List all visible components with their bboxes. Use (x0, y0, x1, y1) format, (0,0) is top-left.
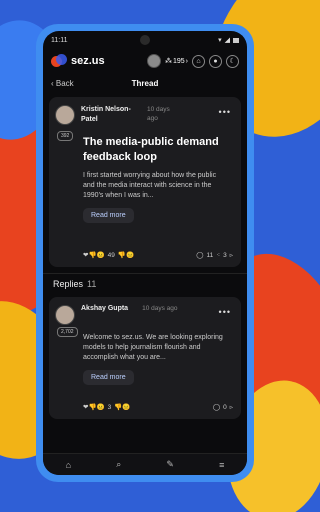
reaction-icons[interactable]: ❤👎😐 (83, 403, 105, 411)
vote-icons[interactable]: 👎😐 (114, 403, 130, 411)
replies-count: 11 (87, 278, 97, 289)
post-time: 10 days ago (147, 106, 170, 122)
edit-icon[interactable]: ✎ (166, 459, 174, 470)
read-more-button[interactable]: Read more (83, 370, 134, 385)
post-reactions: ❤👎😐 49 👎😐 ◯ 11 ⁖ 3 ▹ (83, 251, 233, 260)
author-avatar[interactable] (55, 105, 75, 125)
post-card: Kristin Nelson-Patel 10 days ago ••• 392… (49, 97, 241, 267)
reply-author-row: Akshay Gupta 10 days ago (55, 305, 235, 325)
replies-label: Replies (53, 278, 84, 289)
back-button[interactable]: ‹ Back (51, 79, 74, 88)
dark-mode-icon[interactable]: ☾ (226, 54, 239, 68)
signal-icon: ◢ (224, 37, 230, 44)
chevron-right-icon: › (185, 57, 188, 65)
reply-card: Akshay Gupta 10 days ago ••• 2,702 Welco… (49, 297, 241, 419)
menu-icon[interactable]: ≡ (219, 460, 224, 470)
more-options-icon[interactable]: ••• (219, 107, 231, 117)
battery-icon (233, 37, 239, 43)
user-avatar[interactable] (146, 54, 161, 68)
points-icon: ⁂ (164, 58, 172, 65)
search-icon[interactable]: ⌕ (116, 459, 121, 470)
post-title[interactable]: The media-public demand feedback loop (83, 135, 223, 165)
reaction-count: 49 (107, 251, 115, 259)
comment-icon[interactable]: ◯ (213, 403, 220, 411)
send-icon[interactable]: ▹ (230, 251, 233, 259)
app-screen: 11:11 ▾ ◢ sez.us ⁂ 195 › ⌂ ● ☾ ‹ Back Th… (43, 31, 247, 475)
camera (140, 35, 150, 45)
share-count: 3 (223, 251, 227, 259)
reputation-badge: 2,702 (57, 327, 78, 337)
reaction-count: 3 (107, 403, 112, 411)
wifi-icon: ▾ (218, 37, 222, 44)
reply-body: Welcome to sez.us. We are looking explor… (83, 334, 223, 361)
thread-nav: ‹ Back Thread (43, 73, 247, 93)
replies-header: Replies 11 (43, 273, 247, 293)
post-body: I first started worrying about how the p… (83, 172, 217, 199)
bottom-nav: ⌂ ⌕ ✎ ≡ (43, 453, 247, 475)
share-icon[interactable]: ⁖ (216, 251, 220, 259)
chat-icon[interactable]: ● (209, 54, 222, 68)
reply-reactions: ❤👎😐 3 👎😐 ◯ 0 ▹ (83, 403, 233, 412)
logo-icon[interactable] (51, 53, 67, 69)
status-time: 11:11 (51, 36, 68, 44)
post-author-row: Kristin Nelson-Patel 10 days ago (55, 105, 235, 125)
send-icon[interactable]: ▹ (230, 403, 233, 411)
app-header: sez.us ⁂ 195 › ⌂ ● ☾ (43, 49, 247, 73)
points-badge[interactable]: ⁂ 195 › (164, 57, 188, 66)
reply-avatar[interactable] (55, 305, 75, 325)
logo-text[interactable]: sez.us (71, 55, 105, 67)
read-more-button[interactable]: Read more (83, 208, 134, 223)
reputation-badge: 392 (57, 131, 74, 141)
comment-count: 11 (206, 251, 214, 259)
more-options-icon[interactable]: ••• (219, 307, 231, 317)
home-icon[interactable]: ⌂ (192, 54, 205, 68)
comment-icon[interactable]: ◯ (196, 251, 203, 259)
phone-frame: 11:11 ▾ ◢ sez.us ⁂ 195 › ⌂ ● ☾ ‹ Back Th… (36, 24, 254, 482)
status-icons: ▾ ◢ (218, 36, 239, 44)
reaction-icons[interactable]: ❤👎😐 (83, 251, 105, 259)
reply-time: 10 days ago (142, 305, 178, 312)
vote-icons[interactable]: 👎😐 (118, 251, 134, 259)
points-value: 195 (172, 57, 185, 65)
author-name[interactable]: Kristin Nelson-Patel (81, 105, 141, 125)
comment-count: 0 (223, 403, 227, 411)
reply-author-name[interactable]: Akshay Gupta (81, 305, 128, 325)
home-icon[interactable]: ⌂ (66, 460, 71, 470)
